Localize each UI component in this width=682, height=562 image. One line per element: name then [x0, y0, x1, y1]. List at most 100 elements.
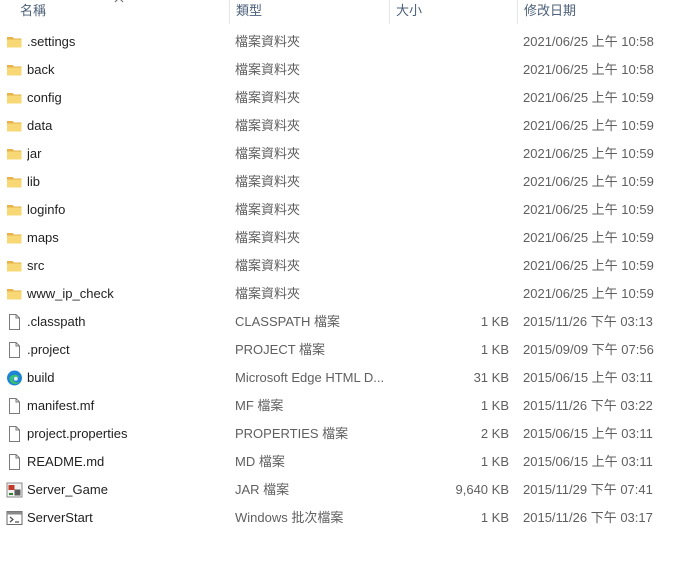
file-type: Microsoft Edge HTML D... [235, 370, 385, 385]
file-name: data [27, 118, 53, 133]
file-row[interactable]: .settings 檔案資料夾 2021/06/25 上午 10:58 [0, 28, 682, 56]
file-size: 2 KB [480, 426, 509, 441]
file-type: 檔案資料夾 [235, 230, 301, 245]
file-size [390, 168, 509, 196]
file-row[interactable]: lib 檔案資料夾 2021/06/25 上午 10:59 [0, 168, 682, 196]
file-name: jar [27, 146, 42, 161]
file-name: ServerStart [27, 510, 93, 525]
column-header-type-label: 類型 [236, 3, 263, 18]
file-size: 1 KB [480, 342, 509, 357]
file-icon [6, 342, 23, 358]
file-type: 檔案資料夾 [235, 286, 301, 301]
folder-icon [6, 62, 23, 78]
file-icon [6, 426, 23, 442]
file-type: CLASSPATH 檔案 [235, 314, 340, 329]
file-type: 檔案資料夾 [235, 90, 301, 105]
file-icon [6, 398, 23, 414]
file-row[interactable]: .project PROJECT 檔案 1 KB 2015/09/09 下午 07:5… [0, 336, 682, 364]
file-size [390, 56, 509, 84]
file-row[interactable]: src 檔案資料夾 2021/06/25 上午 10:59 [0, 252, 682, 280]
column-header-bar: 名稱 類型 大小 修改日期 [0, 0, 682, 25]
file-type: 檔案資料夾 [235, 146, 301, 161]
file-type: 檔案資料夾 [235, 118, 301, 133]
file-modified-date: 2021/06/25 上午 10:59 [523, 90, 654, 105]
file-modified-date: 2015/06/15 上午 03:11 [523, 370, 653, 385]
file-size [390, 140, 509, 168]
file-modified-date: 2021/06/25 上午 10:58 [523, 62, 654, 77]
file-size: 1 KB [480, 398, 509, 413]
file-row[interactable]: ServerStart Windows 批次檔案 1 KB 2015/11/26 下午… [0, 504, 682, 532]
file-row[interactable]: jar 檔案資料夾 2021/06/25 上午 10:59 [0, 140, 682, 168]
file-modified-date: 2015/11/26 下午 03:22 [523, 398, 653, 413]
column-header-size-label: 大小 [396, 3, 423, 18]
file-modified-date: 2015/11/26 下午 03:13 [523, 314, 653, 329]
file-row[interactable]: Server_Game JAR 檔案 9,640 KB 2015/11/29 下午 0… [0, 476, 682, 504]
file-type: Windows 批次檔案 [235, 510, 344, 525]
file-size [390, 196, 509, 224]
column-header-type[interactable]: 類型 [229, 0, 389, 24]
file-name: .settings [27, 34, 76, 49]
file-type: MF 檔案 [235, 398, 284, 413]
file-row[interactable]: www_ip_check 檔案資料夾 2021/06/25 上午 10:59 [0, 280, 682, 308]
file-size [390, 28, 509, 56]
file-name: config [27, 90, 62, 105]
file-name: loginfo [27, 202, 66, 217]
file-modified-date: 2015/06/15 上午 03:11 [523, 426, 653, 441]
file-row[interactable]: back 檔案資料夾 2021/06/25 上午 10:58 [0, 56, 682, 84]
file-row[interactable]: README.md MD 檔案 1 KB 2015/06/15 上午 03:11 [0, 448, 682, 476]
file-row[interactable]: project.properties PROPERTIES 檔案 2 KB 2015/… [0, 420, 682, 448]
folder-icon [6, 90, 23, 106]
file-row[interactable]: data 檔案資料夾 2021/06/25 上午 10:59 [0, 112, 682, 140]
folder-icon [6, 202, 23, 218]
column-header-size[interactable]: 大小 [389, 0, 517, 24]
folder-icon [6, 258, 23, 274]
file-name: project.properties [27, 426, 128, 441]
file-type: PROPERTIES 檔案 [235, 426, 349, 441]
file-name: README.md [27, 454, 105, 469]
file-size [390, 84, 509, 112]
file-type: 檔案資料夾 [235, 34, 301, 49]
file-name: maps [27, 230, 59, 245]
folder-icon [6, 34, 23, 50]
file-size [390, 224, 509, 252]
file-name: .classpath [27, 314, 86, 329]
file-row[interactable]: loginfo 檔案資料夾 2021/06/25 上午 10:59 [0, 196, 682, 224]
edge-icon [6, 370, 23, 386]
folder-icon [6, 286, 23, 302]
file-modified-date: 2021/06/25 上午 10:59 [523, 118, 654, 133]
file-list-view: 名稱 類型 大小 修改日期 .settings 檔案資料夾 2021/06/25 上… [0, 0, 682, 562]
file-row[interactable]: config 檔案資料夾 2021/06/25 上午 10:59 [0, 84, 682, 112]
file-type: 檔案資料夾 [235, 62, 301, 77]
file-row[interactable]: maps 檔案資料夾 2021/06/25 上午 10:59 [0, 224, 682, 252]
file-type: 檔案資料夾 [235, 174, 301, 189]
batch-icon [6, 510, 23, 526]
file-modified-date: 2021/06/25 上午 10:59 [523, 174, 654, 189]
file-size: 1 KB [480, 454, 509, 469]
file-row[interactable]: manifest.mf MF 檔案 1 KB 2015/11/26 下午 03:22 [0, 392, 682, 420]
file-modified-date: 2021/06/25 上午 10:59 [523, 146, 654, 161]
file-type: 檔案資料夾 [235, 202, 301, 217]
file-modified-date: 2021/06/25 上午 10:58 [523, 34, 654, 49]
file-icon [6, 314, 23, 330]
file-name: Server_Game [27, 482, 108, 497]
file-name: www_ip_check [27, 286, 114, 301]
file-size [390, 280, 509, 308]
column-header-modified[interactable]: 修改日期 [517, 0, 677, 24]
file-modified-date: 2015/11/26 下午 03:17 [523, 510, 653, 525]
file-modified-date: 2021/06/25 上午 10:59 [523, 258, 654, 273]
file-icon [6, 454, 23, 470]
file-size [390, 252, 509, 280]
file-row[interactable]: .classpath CLASSPATH 檔案 1 KB 2015/11/26 下午 … [0, 308, 682, 336]
file-name: manifest.mf [27, 398, 95, 413]
file-name: src [27, 258, 45, 273]
file-size [390, 112, 509, 140]
file-modified-date: 2021/06/25 上午 10:59 [523, 202, 654, 217]
file-name: lib [27, 174, 41, 189]
folder-icon [6, 146, 23, 162]
file-modified-date: 2015/09/09 下午 07:56 [523, 342, 654, 357]
folder-icon [6, 118, 23, 134]
folder-icon [6, 230, 23, 246]
file-row[interactable]: build Microsoft Edge HTML D... 31 KB 2015/0… [0, 364, 682, 392]
column-header-modified-label: 修改日期 [524, 3, 577, 18]
file-size: 1 KB [480, 314, 509, 329]
